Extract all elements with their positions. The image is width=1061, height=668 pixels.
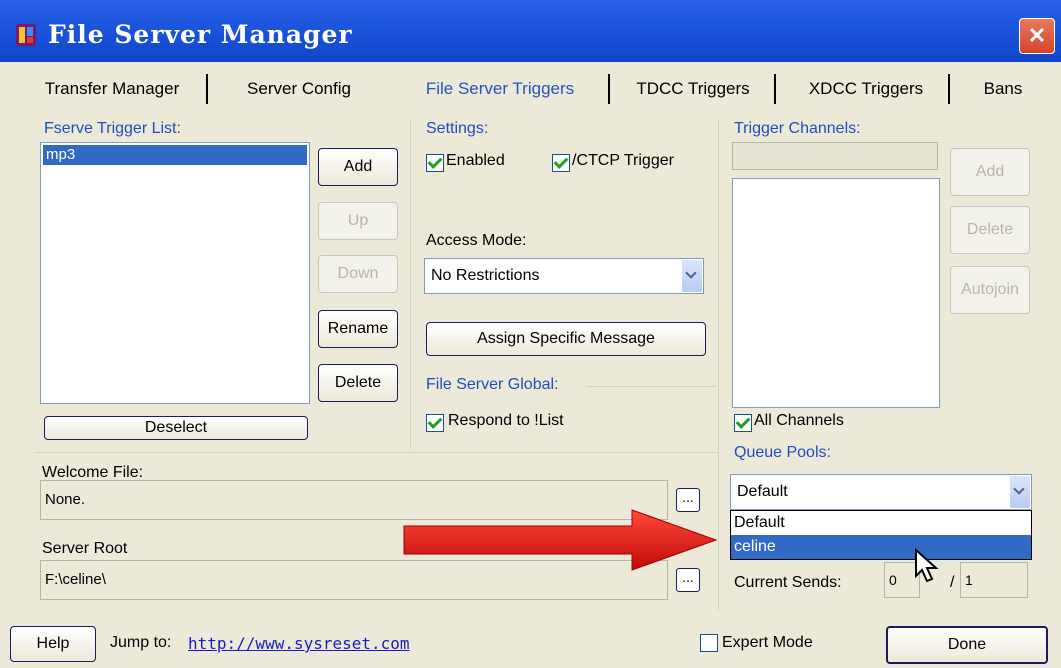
tab-server-config[interactable]: Server Config: [223, 70, 375, 110]
queue-pool-value: Default: [737, 483, 788, 500]
chevron-down-icon[interactable]: [682, 260, 702, 292]
max-sends-field[interactable]: 1: [960, 562, 1028, 598]
file-server-manager-window: File Server Manager ✕ Transfer Manager S…: [0, 0, 1061, 668]
queue-pools-label: Queue Pools:: [734, 444, 831, 461]
title-bar[interactable]: File Server Manager ✕: [0, 0, 1061, 62]
respond-to-list-label: Respond to !List: [448, 412, 564, 429]
red-arrow-annotation: [403, 509, 718, 571]
group-divider: [410, 120, 411, 450]
tab-bans[interactable]: Bans: [963, 70, 1043, 110]
dropdown-option-celine[interactable]: celine: [731, 535, 1031, 559]
mouse-cursor-icon: [915, 548, 939, 583]
tab-separator: [206, 74, 208, 104]
ctcp-trigger-label: /CTCP Trigger: [572, 152, 674, 169]
tab-separator: [774, 74, 776, 104]
trigger-channels-label: Trigger Channels:: [734, 120, 861, 137]
tab-tdcc-triggers[interactable]: TDCC Triggers: [618, 70, 768, 110]
expert-mode-label: Expert Mode: [722, 634, 813, 651]
all-channels-label: All Channels: [754, 412, 844, 429]
jump-to-label: Jump to:: [110, 634, 172, 651]
tab-separator: [608, 74, 610, 104]
list-item-mp3[interactable]: mp3: [43, 145, 307, 165]
respond-to-list-checkbox[interactable]: [426, 414, 444, 432]
group-divider: [34, 452, 718, 453]
tab-xdcc-triggers[interactable]: XDCC Triggers: [786, 70, 946, 110]
help-button[interactable]: Help: [10, 626, 96, 662]
assign-specific-message-button[interactable]: Assign Specific Message: [426, 322, 706, 356]
server-root-label: Server Root: [42, 540, 128, 557]
enabled-checkbox[interactable]: [426, 154, 444, 172]
autojoin-button[interactable]: Autojoin: [950, 266, 1030, 314]
fserve-trigger-listbox[interactable]: mp3: [40, 142, 310, 404]
settings-label: Settings:: [426, 120, 489, 137]
enabled-label: Enabled: [446, 152, 505, 169]
delete-trigger-button[interactable]: Delete: [318, 364, 398, 402]
move-up-button[interactable]: Up: [318, 202, 398, 240]
trigger-channels-listbox[interactable]: [732, 178, 940, 408]
move-down-button[interactable]: Down: [318, 255, 398, 293]
add-channel-button[interactable]: Add: [950, 148, 1030, 196]
tab-strip: Transfer Manager Server Config File Serv…: [18, 70, 1061, 110]
tab-transfer-manager[interactable]: Transfer Manager: [28, 70, 196, 110]
file-server-global-label: File Server Global:: [426, 376, 559, 393]
expert-mode-checkbox[interactable]: [700, 634, 718, 652]
close-button[interactable]: ✕: [1019, 18, 1055, 54]
done-button[interactable]: Done: [886, 626, 1048, 664]
access-mode-value: No Restrictions: [431, 267, 540, 284]
deselect-button[interactable]: Deselect: [44, 416, 308, 440]
rename-trigger-button[interactable]: Rename: [318, 310, 398, 348]
current-sends-label: Current Sends:: [734, 574, 842, 591]
access-mode-select[interactable]: No Restrictions: [424, 258, 704, 294]
fserve-trigger-list-label: Fserve Trigger List:: [44, 120, 181, 137]
ctcp-trigger-checkbox[interactable]: [552, 154, 570, 172]
sends-separator: /: [950, 574, 955, 591]
queue-pool-dropdown-list: Default celine: [730, 510, 1032, 560]
all-channels-checkbox[interactable]: [734, 414, 752, 432]
dropdown-option-default[interactable]: Default: [731, 511, 1031, 535]
tab-file-server-triggers[interactable]: File Server Triggers: [400, 70, 600, 110]
sysreset-link[interactable]: http://www.sysreset.com: [188, 634, 410, 653]
tab-separator: [948, 74, 950, 104]
bottom-bar: Help Jump to: http://www.sysreset.com Ex…: [0, 618, 1061, 668]
close-icon: ✕: [1027, 23, 1047, 48]
chevron-down-icon[interactable]: [1010, 476, 1030, 508]
delete-channel-button[interactable]: Delete: [950, 206, 1030, 254]
app-icon: [16, 24, 36, 46]
queue-pool-select[interactable]: Default: [730, 474, 1032, 510]
group-divider: [586, 386, 716, 387]
access-mode-label: Access Mode:: [426, 232, 527, 249]
window-title: File Server Manager: [48, 20, 353, 49]
add-trigger-button[interactable]: Add: [318, 148, 398, 186]
channel-input[interactable]: [732, 142, 938, 170]
